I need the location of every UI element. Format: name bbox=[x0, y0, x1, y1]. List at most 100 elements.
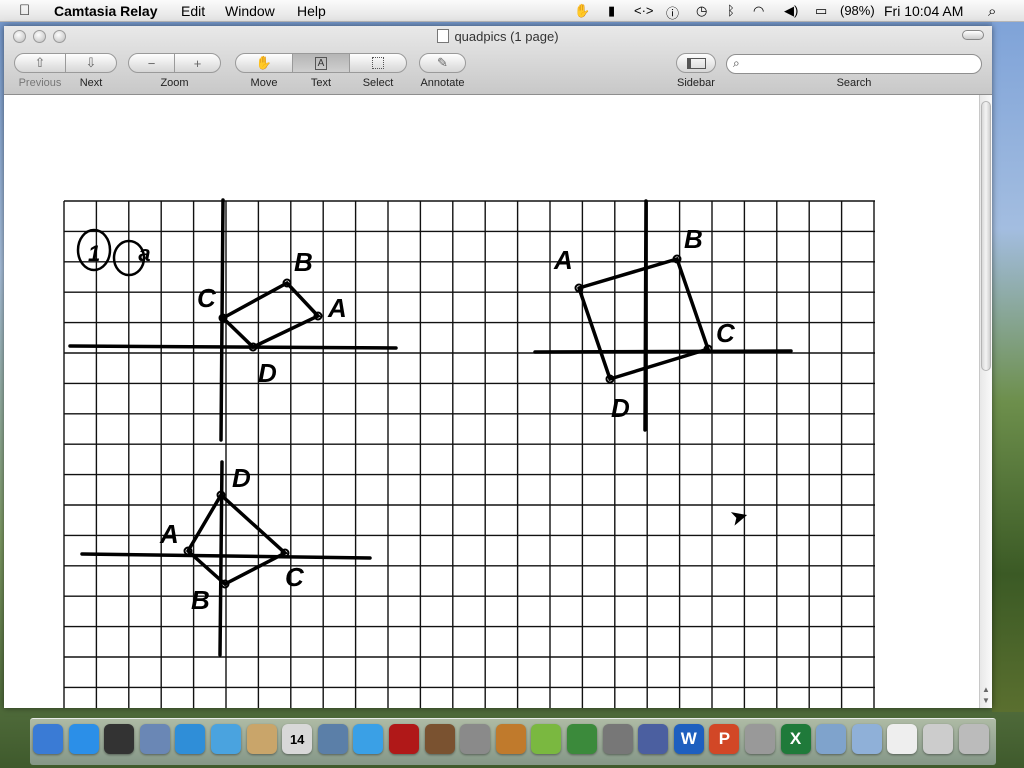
fig2-label-a: A bbox=[553, 245, 573, 275]
camtasia-icon[interactable] bbox=[638, 724, 669, 754]
toolbar-toggle-button[interactable] bbox=[962, 30, 984, 40]
mic-icon[interactable]: ▮ bbox=[608, 3, 615, 19]
iphoto-camera-icon[interactable] bbox=[424, 724, 455, 754]
select-tool-button[interactable] bbox=[349, 53, 407, 73]
plus-icon: + bbox=[193, 55, 202, 71]
time-machine-tray-icon[interactable]: ◷ bbox=[696, 3, 707, 19]
scrollbar-thumb[interactable] bbox=[981, 101, 991, 371]
alert-icon[interactable]: ⓘ bbox=[666, 3, 679, 22]
pencil-icon: ✎ bbox=[437, 55, 448, 70]
arrow-up-icon: ⇧ bbox=[34, 55, 46, 70]
fig1-label-d: D bbox=[258, 358, 277, 388]
dashboard-icon[interactable] bbox=[104, 724, 135, 754]
bluetooth-icon[interactable]: ᛒ bbox=[727, 3, 735, 18]
marquee-select-icon bbox=[372, 57, 384, 69]
system-preferences-icon[interactable] bbox=[602, 724, 633, 754]
garageband-icon[interactable] bbox=[495, 724, 526, 754]
apple-menu-icon[interactable]:  bbox=[19, 2, 30, 19]
ichat-icon[interactable] bbox=[211, 724, 241, 754]
fig1-label-b: B bbox=[294, 247, 313, 277]
file-icon[interactable] bbox=[887, 724, 918, 754]
scroll-down-arrow-icon[interactable]: ▼ bbox=[982, 696, 990, 705]
sidebar-icon bbox=[686, 57, 706, 69]
keyboard-icon[interactable] bbox=[923, 724, 953, 754]
figure-top-left bbox=[68, 198, 398, 442]
volume-icon[interactable]: ◀) bbox=[784, 3, 798, 19]
window-toolbar: quadpics (1 page) ⇧ ⇩ Previous Next − + … bbox=[4, 26, 992, 95]
search-icon: ⌕ bbox=[733, 56, 740, 70]
time-machine-icon[interactable] bbox=[567, 724, 597, 754]
search-label: Search bbox=[836, 77, 872, 89]
fig3-label-d: D bbox=[232, 463, 251, 493]
annotate-label: Annotate bbox=[420, 77, 465, 89]
next-button[interactable]: ⇩ bbox=[65, 53, 117, 73]
ical-icon[interactable]: 14 bbox=[282, 724, 313, 754]
fig1-label-a: A bbox=[327, 293, 347, 323]
move-tool-button[interactable]: ✋ bbox=[235, 53, 293, 73]
fig2-label-d: D bbox=[611, 393, 630, 423]
powerpoint-icon[interactable]: P bbox=[709, 724, 740, 754]
fig2-label-b: B bbox=[684, 224, 703, 254]
fig2-label-c: C bbox=[716, 318, 736, 348]
menu-bar:  Camtasia Relay Edit Window Help ✋ ▮ <·… bbox=[0, 0, 1024, 22]
app-store-icon[interactable] bbox=[68, 724, 99, 754]
clock[interactable]: Fri 10:04 AM bbox=[884, 3, 963, 19]
sidebar-label: Sidebar bbox=[677, 77, 715, 89]
relay-record-icon[interactable]: ✋ bbox=[574, 3, 590, 19]
sidebar-button[interactable] bbox=[676, 53, 716, 73]
fig1-label-c: C bbox=[197, 283, 217, 313]
text-tool-button[interactable]: A bbox=[292, 53, 350, 73]
figure-top-right bbox=[533, 199, 793, 432]
photo-booth-icon[interactable] bbox=[389, 724, 419, 754]
battery-percent[interactable]: (98%) bbox=[840, 3, 875, 18]
zoom-in-button[interactable]: + bbox=[174, 53, 221, 73]
trash-icon[interactable] bbox=[958, 724, 989, 754]
document-page[interactable]: 1 a B A C D A B C D A D C B bbox=[4, 95, 979, 708]
imovie-icon[interactable] bbox=[460, 724, 491, 754]
zoom-label: Zoom bbox=[160, 77, 189, 89]
excel-icon[interactable]: X bbox=[780, 724, 811, 754]
dock: 14 W P X bbox=[30, 718, 996, 765]
fig3-label-b: B bbox=[191, 585, 210, 615]
menu-help[interactable]: Help bbox=[297, 3, 326, 19]
document-icon bbox=[437, 29, 450, 43]
graph-paper-page: 1 a B A C D A B C D A D C B bbox=[63, 198, 875, 708]
previous-label: Previous bbox=[18, 77, 62, 89]
previous-button[interactable]: ⇧ bbox=[14, 53, 66, 73]
documents-folder-icon[interactable] bbox=[851, 724, 882, 754]
move-label: Move bbox=[250, 77, 278, 89]
code-icon[interactable]: <·> bbox=[634, 3, 654, 18]
wifi-icon[interactable]: ◠ bbox=[753, 3, 764, 19]
preview-window: quadpics (1 page) ⇧ ⇩ Previous Next − + … bbox=[4, 26, 992, 708]
finder-icon[interactable] bbox=[33, 724, 63, 754]
app-menu[interactable]: Camtasia Relay bbox=[54, 3, 158, 19]
iphoto-icon[interactable] bbox=[317, 724, 348, 754]
vertical-scrollbar[interactable]: ▲ ▼ bbox=[979, 95, 992, 708]
mark-1: 1 a bbox=[88, 241, 167, 266]
select-label: Select bbox=[362, 77, 394, 89]
menu-window[interactable]: Window bbox=[225, 3, 275, 19]
search-field[interactable]: ⌕ bbox=[726, 54, 982, 74]
graph-grid bbox=[63, 200, 875, 708]
address-book-icon[interactable] bbox=[246, 724, 277, 754]
stopwatch-icon[interactable] bbox=[745, 724, 775, 754]
fig3-label-c: C bbox=[285, 562, 305, 592]
safari-icon[interactable] bbox=[175, 724, 206, 754]
menu-edit[interactable]: Edit bbox=[181, 3, 205, 19]
mail-icon[interactable] bbox=[139, 724, 170, 754]
battery-icon[interactable]: ▭ bbox=[815, 3, 827, 19]
next-label: Next bbox=[79, 77, 103, 89]
preview-icon[interactable] bbox=[531, 724, 562, 754]
window-title: quadpics (1 page) bbox=[4, 29, 992, 44]
spotlight-icon[interactable]: ⌕ bbox=[988, 3, 996, 20]
desktop-wallpaper bbox=[992, 22, 1024, 712]
zoom-out-button[interactable]: − bbox=[128, 53, 175, 73]
applications-folder-icon[interactable] bbox=[816, 724, 847, 754]
scroll-up-arrow-icon[interactable]: ▲ bbox=[982, 685, 990, 694]
word-icon[interactable]: W bbox=[673, 724, 704, 754]
text-label: Text bbox=[310, 77, 332, 89]
itunes-icon[interactable] bbox=[353, 724, 384, 754]
annotate-button[interactable]: ✎ bbox=[419, 53, 466, 73]
minus-icon: − bbox=[147, 55, 156, 71]
search-input[interactable] bbox=[749, 57, 973, 73]
